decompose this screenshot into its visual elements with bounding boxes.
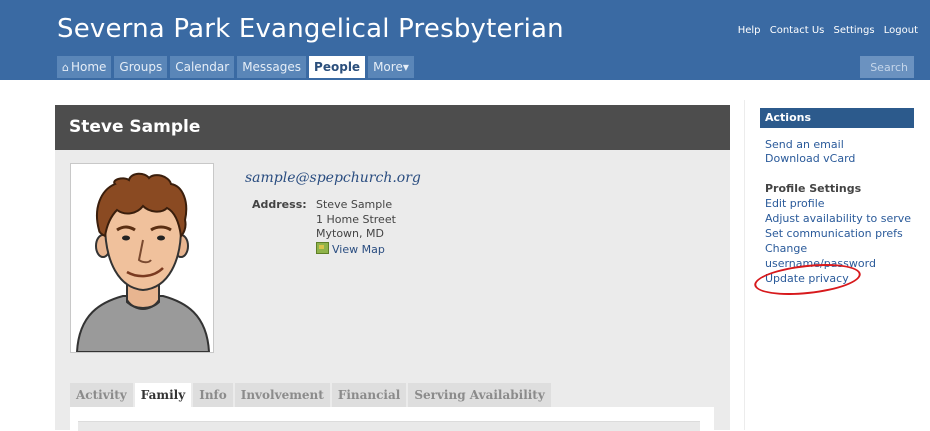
- email-link[interactable]: sample@spepchurch.org: [245, 170, 421, 186]
- address-line: 1 Home Street: [316, 212, 396, 226]
- nav-tab-messages[interactable]: Messages: [237, 56, 307, 78]
- view-map-link[interactable]: View Map: [316, 241, 396, 258]
- communication-prefs-link[interactable]: Set communication prefs: [765, 227, 903, 240]
- contact-us-link[interactable]: Contact Us: [770, 25, 825, 36]
- nav-tab-people[interactable]: People: [309, 56, 366, 78]
- download-vcard-link[interactable]: Download vCard: [765, 152, 855, 165]
- address-line: Mytown, MD: [316, 227, 384, 240]
- settings-link[interactable]: Settings: [834, 25, 875, 36]
- nav-tab-calendar[interactable]: Calendar: [170, 56, 235, 78]
- tab-panel: [70, 407, 714, 431]
- address-block: Steve Sample 1 Home Street Mytown, MD Vi…: [316, 198, 396, 257]
- profile-card: Steve Sample sample@spepchurch.org Addre…: [55, 105, 730, 431]
- edit-profile-link[interactable]: Edit profile: [765, 197, 825, 210]
- site-header: Severna Park Evangelical Presbyterian He…: [0, 0, 930, 80]
- map-icon: [316, 241, 329, 254]
- profile-name: Steve Sample: [69, 117, 201, 137]
- address-line: Steve Sample: [316, 198, 393, 211]
- tab-financial[interactable]: Financial: [331, 383, 407, 407]
- main-nav: ⌂ Home Groups Calendar Messages People Mo…: [57, 56, 414, 78]
- tab-activity[interactable]: Activity: [70, 383, 133, 407]
- profile-tabs: Activity Family Info Involvement Financi…: [70, 383, 551, 407]
- nav-tab-more[interactable]: More▾: [368, 56, 414, 78]
- tab-involvement[interactable]: Involvement: [234, 383, 330, 407]
- tab-serving-availability[interactable]: Serving Availability: [408, 383, 551, 407]
- profile-header: Steve Sample: [55, 105, 730, 150]
- help-link[interactable]: Help: [738, 25, 761, 36]
- search-input[interactable]: [860, 56, 914, 78]
- adjust-availability-link[interactable]: Adjust availability to serve: [765, 212, 911, 225]
- site-title[interactable]: Severna Park Evangelical Presbyterian: [57, 14, 564, 44]
- address-label: Address:: [252, 198, 307, 211]
- change-credentials-link[interactable]: Change: [765, 242, 807, 255]
- nav-tab-groups[interactable]: Groups: [114, 56, 168, 78]
- top-links: Help Contact Us Settings Logout: [732, 25, 918, 36]
- profile-settings-heading: Profile Settings: [765, 182, 862, 195]
- nav-tab-home-label: Home: [70, 60, 107, 74]
- actions-header: Actions: [760, 108, 914, 128]
- avatar: [75, 172, 211, 352]
- tab-family[interactable]: Family: [134, 383, 192, 407]
- profile-photo[interactable]: [70, 163, 214, 353]
- home-icon: ⌂: [62, 61, 69, 74]
- logout-link[interactable]: Logout: [884, 25, 918, 36]
- view-map-label: View Map: [332, 242, 385, 256]
- send-email-link[interactable]: Send an email: [765, 138, 844, 151]
- nav-tab-home[interactable]: ⌂ Home: [57, 56, 112, 78]
- tab-info[interactable]: Info: [193, 383, 233, 407]
